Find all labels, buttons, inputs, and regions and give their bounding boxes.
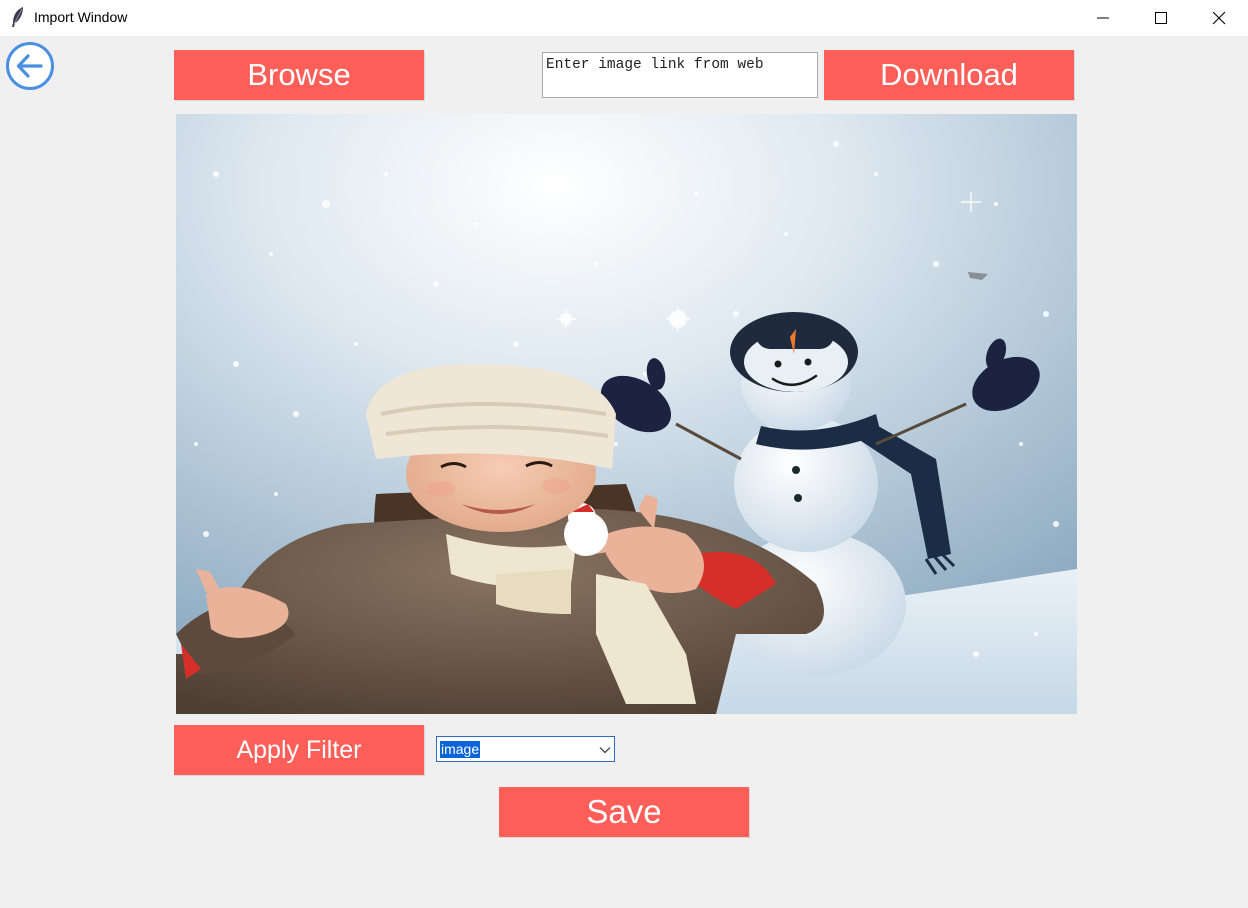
winter-photo-image (176, 114, 1077, 714)
close-button[interactable] (1190, 0, 1248, 36)
title-bar: Import Window (0, 0, 1248, 36)
filter-select[interactable]: image (436, 736, 615, 762)
chevron-down-icon (599, 743, 611, 761)
back-button[interactable] (5, 41, 57, 93)
image-preview (176, 114, 1077, 714)
save-button[interactable]: Save (499, 787, 749, 837)
maximize-icon (1155, 12, 1167, 24)
import-window: Import Window Browse Download (0, 0, 1248, 908)
minimize-icon (1097, 17, 1109, 19)
apply-filter-button[interactable]: Apply Filter (174, 725, 424, 775)
feather-icon (10, 6, 26, 28)
maximize-button[interactable] (1132, 0, 1190, 36)
image-url-input[interactable] (542, 52, 818, 98)
window-title: Import Window (34, 9, 128, 25)
download-button[interactable]: Download (824, 50, 1074, 100)
filter-select-value: image (440, 741, 481, 758)
back-arrow-icon (6, 42, 54, 90)
close-icon (1212, 11, 1226, 25)
minimize-button[interactable] (1074, 0, 1132, 36)
browse-button[interactable]: Browse (174, 50, 424, 100)
